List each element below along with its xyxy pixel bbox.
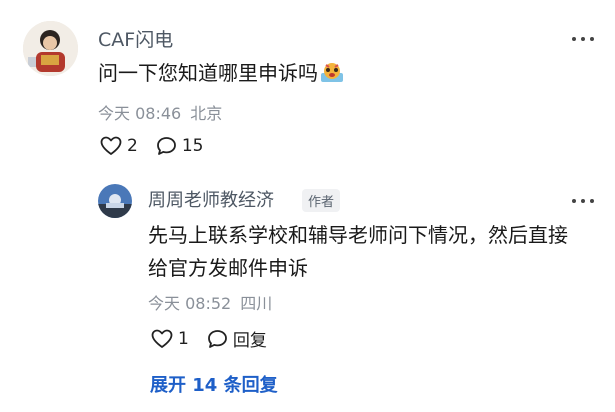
more-dot xyxy=(581,199,585,203)
reply-text: 先马上联系学校和辅导老师问下情况，然后直接 给官方发邮件申诉 xyxy=(148,219,598,285)
reply-avatar[interactable] xyxy=(98,184,132,218)
more-dot xyxy=(581,37,585,41)
avatar[interactable] xyxy=(23,21,78,76)
reply-text-line: 先马上联系学校和辅导老师问下情况，然后直接 xyxy=(148,223,568,247)
comment-actions: 2 15 xyxy=(100,136,203,156)
reply-meta: 今天 08:52 四川 xyxy=(148,290,272,314)
like-button[interactable]: 2 xyxy=(100,136,138,156)
reply-count: 15 xyxy=(181,136,204,156)
like-count: 2 xyxy=(127,136,138,156)
comment-bubble-icon xyxy=(156,137,176,155)
comment-time: 今天 08:46 xyxy=(98,104,182,123)
reply-button[interactable]: 回复 xyxy=(207,326,267,351)
expand-replies-link[interactable]: 展开 14 条回复 xyxy=(150,371,278,397)
reply-count-button[interactable]: 15 xyxy=(156,136,204,156)
comment-meta: 今天 08:46 北京 xyxy=(98,100,222,124)
comment-bubble-icon xyxy=(207,329,227,348)
more-dot xyxy=(572,199,576,203)
comment-text-body: 问一下您知道哪里申诉吗 xyxy=(98,61,318,85)
comment-username[interactable]: CAF闪电 xyxy=(98,25,173,52)
comment-location: 北京 xyxy=(190,104,223,123)
reply-more-menu[interactable] xyxy=(572,190,594,212)
reply-location: 四川 xyxy=(240,294,273,313)
more-dot xyxy=(572,37,576,41)
reply-time: 今天 08:52 xyxy=(148,294,232,313)
author-badge: 作者 xyxy=(302,189,341,212)
more-dot xyxy=(590,37,594,41)
reply-like-button[interactable]: 1 xyxy=(151,329,189,349)
heart-icon xyxy=(151,329,173,348)
reply-label: 回复 xyxy=(232,331,267,351)
reply-like-count: 1 xyxy=(178,328,189,349)
heart-icon xyxy=(100,136,122,155)
reply-actions: 1 回复 xyxy=(151,326,267,351)
comment-text: 问一下您知道哪里申诉吗 xyxy=(98,57,344,92)
reply-text-line: 给官方发邮件申诉 xyxy=(148,256,308,280)
comment-more-menu[interactable] xyxy=(572,28,594,50)
more-dot xyxy=(590,199,594,203)
crying-face-icon xyxy=(320,60,344,92)
reply-username[interactable]: 周周老师教经济 xyxy=(148,186,274,212)
